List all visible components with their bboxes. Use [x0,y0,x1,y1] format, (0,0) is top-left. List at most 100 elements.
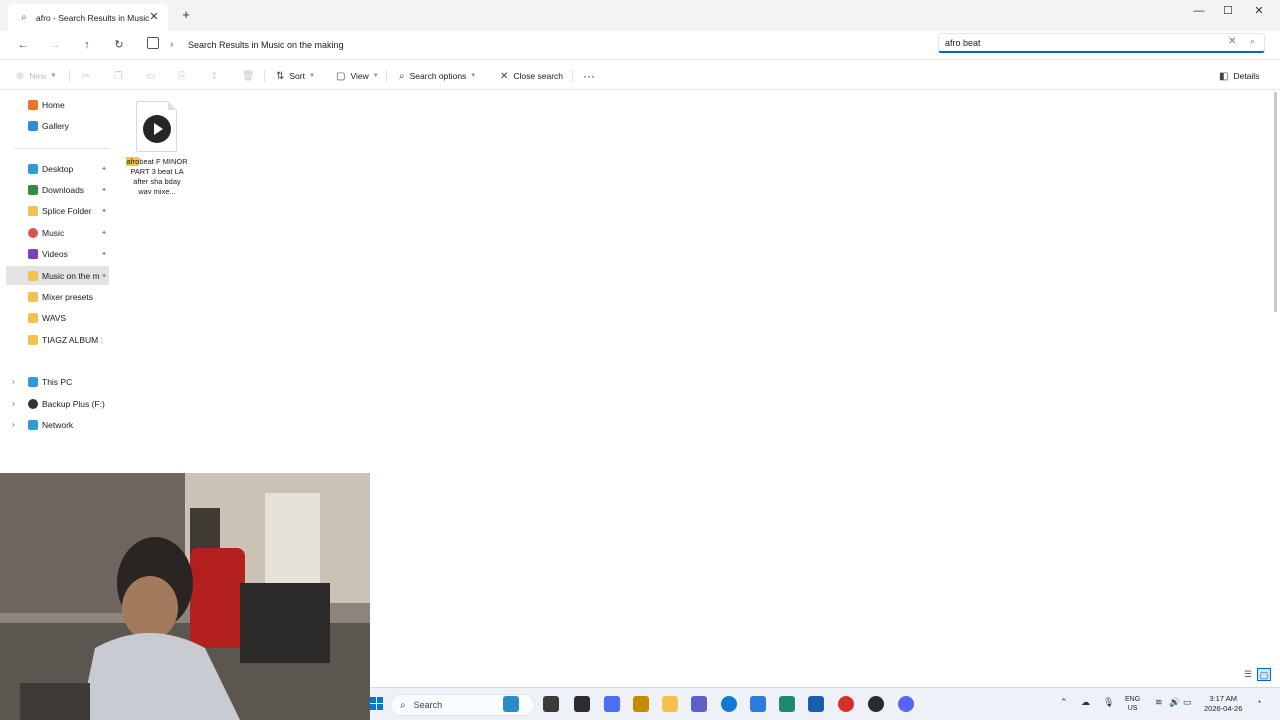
app-icon[interactable] [574,696,590,712]
sidebar-item-mixer-presets[interactable]: Mixer presets [6,287,109,306]
chevron-down-icon: ▼ [372,73,379,79]
share-button[interactable]: ⇪ [210,68,223,84]
copy-button[interactable]: ❐ [114,68,128,84]
microphone-icon[interactable]: 🎙 [1103,697,1114,708]
tab-search-results[interactable]: ⌕ afro - Search Results in Music ✕ [8,4,168,31]
chrome-icon[interactable] [838,696,854,712]
sidebar-item-downloads[interactable]: Downloads ✦ [6,180,109,199]
pin-icon[interactable]: ✦ [101,229,107,237]
edge-icon[interactable] [721,696,737,712]
file-name-rest: beat F MINOR PART 3 beat LA after sha bd… [130,157,188,196]
app-icon[interactable] [779,696,795,712]
home-icon [28,99,38,110]
search-options-button[interactable]: ⌕ Search options ▼ [399,68,476,84]
sidebar-item-music[interactable]: Music ✦ [6,223,109,242]
widget-icon[interactable] [503,696,519,712]
chevron-right-icon[interactable]: › [12,399,15,408]
sidebar-item-this-pc[interactable]: › This PC [6,372,109,391]
pin-icon[interactable]: ✦ [101,186,107,194]
refresh-button[interactable]: ↻ [110,36,128,54]
paste-icon: ▭ [146,70,156,82]
cut-icon: ✂ [82,70,91,82]
sidebar-item-desktop[interactable]: Desktop ✦ [6,159,109,178]
store-icon[interactable] [808,696,824,712]
search-icon[interactable]: ⌕ [1250,36,1255,47]
sidebar-item-home[interactable]: Home [6,95,109,114]
details-button[interactable]: ◧ Details [1219,68,1259,84]
sidebar-item-tiagz-album[interactable]: TIAGZ ALBUM 1 [6,330,109,349]
view-button[interactable]: ▢ View ▼ [336,68,379,84]
sidebar-item-network[interactable]: › Network [6,415,109,434]
chevron-down-icon: ▼ [470,73,477,79]
breadcrumb[interactable]: Search Results in Music on the making [188,36,344,54]
breadcrumb-separator[interactable]: › [170,36,173,54]
search-icon: ⌕ [21,12,27,23]
rename-button[interactable]: ⎘ [178,68,191,84]
discord-icon[interactable] [898,696,914,712]
details-view-icon[interactable]: ☰ [1241,668,1255,681]
copilot-icon[interactable] [604,696,620,712]
delete-button[interactable]: 🗑 [242,68,260,84]
up-button[interactable]: ↑ [78,36,96,54]
large-icons-view-icon[interactable]: ▢ [1257,668,1271,681]
folder-icon [28,312,38,323]
task-view-icon[interactable] [543,696,559,712]
wifi-icon[interactable]: ≋ [1155,697,1163,708]
close-search-label: Close search [513,71,563,81]
pin-icon[interactable]: ✦ [101,272,107,280]
sidebar-item-wavs[interactable]: WAVS [6,308,109,327]
volume-icon[interactable]: 🔊 [1169,697,1180,708]
battery-icon[interactable]: ▭ [1183,697,1192,708]
cut-button[interactable]: ✂ [82,68,95,84]
chevron-up-icon[interactable]: ⌃ [1060,697,1068,708]
search-icon: ⌕ [400,699,406,711]
sidebar-item-splice-folder[interactable]: Splice Folder ✦ [6,201,109,220]
windows-start-icon[interactable] [370,697,384,711]
close-search-button[interactable]: ✕ Close search [500,68,563,84]
share-icon: ⇪ [210,70,219,82]
sidebar-item-music-on-the-making[interactable]: Music on the m ✦ [6,266,109,285]
forward-button[interactable]: → [46,36,64,54]
desktop-icon [28,163,38,174]
close-window-button[interactable]: ✕ [1244,3,1274,19]
outlook-icon[interactable] [750,696,766,712]
language-indicator[interactable]: ENG US [1125,695,1140,713]
chevron-right-icon[interactable]: › [12,420,15,429]
location-icon [147,37,159,49]
file-item[interactable]: afrobeat F MINOR PART 3 beat LA after sh… [126,99,188,203]
teams-icon[interactable] [691,696,707,712]
pin-icon[interactable]: ✦ [101,207,107,215]
webcam-overlay [0,473,370,720]
chevron-right-icon[interactable]: › [12,377,15,386]
paste-button[interactable]: ▭ [146,68,160,84]
minimize-button[interactable]: — [1184,3,1214,19]
scrollbar[interactable] [1274,92,1277,312]
search-box[interactable]: ✕ ⌕ [938,33,1265,53]
folder-icon [28,334,38,345]
notification-icon[interactable]: ◔ [1256,697,1261,707]
date-label: 2026-04-26 [1204,704,1243,713]
clock[interactable]: 3:17 AM 2026-04-26 [1204,694,1242,714]
sidebar-divider [14,148,109,149]
back-button[interactable]: ← [14,36,32,54]
maximize-button[interactable]: ☐ [1213,3,1243,19]
details-pane-icon: ◧ [1219,70,1229,82]
sidebar-item-gallery[interactable]: Gallery [6,116,109,135]
close-tab-icon[interactable]: ✕ [148,10,160,24]
file-explorer-icon[interactable] [662,696,678,712]
more-options-button[interactable]: ··· [583,68,595,84]
new-button[interactable]: ⊕ New ▼ [16,68,56,84]
pin-icon[interactable]: ✦ [101,250,107,258]
clear-search-icon[interactable]: ✕ [1228,36,1236,47]
sort-button[interactable]: ⇅ Sort ▼ [276,68,315,84]
fl-studio-icon[interactable] [868,696,884,712]
sidebar-item-backup-plus[interactable]: › Backup Plus (F:) [6,394,109,413]
search-input[interactable] [945,36,1215,50]
webcam-feed-image [0,473,370,720]
pin-icon[interactable]: ✦ [101,165,107,173]
sidebar-item-videos[interactable]: Videos ✦ [6,244,109,263]
audio-file-icon [136,101,177,152]
new-tab-button[interactable]: + [178,7,194,23]
cloud-icon[interactable]: ☁ [1081,697,1090,708]
app-icon[interactable] [633,696,649,712]
